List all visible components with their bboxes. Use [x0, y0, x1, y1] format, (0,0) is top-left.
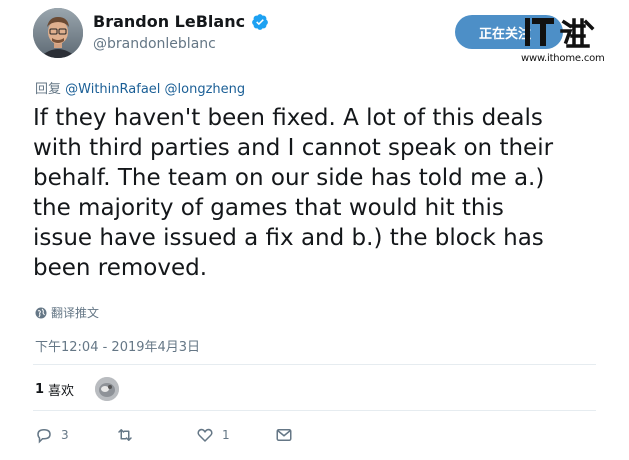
likes-label: 喜欢 [48, 384, 75, 399]
likes-summary[interactable]: 1 喜欢 [35, 380, 74, 399]
tweet-line: If they haven't been fixed. A lot of thi… [33, 105, 543, 131]
retweet-icon [118, 429, 132, 441]
tweet-line: with third parties and I cannot speak on… [33, 135, 554, 161]
translate-tweet-link[interactable]: 翻译推文 [35, 304, 99, 321]
divider [33, 410, 596, 411]
translate-label[interactable]: 翻译推文 [51, 304, 99, 321]
direct-message-action[interactable] [275, 426, 293, 444]
globe-icon [35, 307, 47, 318]
reply-prefix: 回复 [35, 82, 62, 97]
reply-context: 回复 @WithinRafael @longzheng [35, 78, 245, 97]
tweet-line: behalf. The team on our side has told me… [33, 165, 545, 191]
retweet-action[interactable] [116, 426, 142, 444]
author-name[interactable]: Brandon LeBlanc [93, 12, 245, 31]
ithome-logo [525, 18, 595, 48]
tweet-line: issue have issued a fix and b.) the bloc… [33, 225, 544, 251]
like-count: 1 [222, 428, 230, 442]
divider [33, 364, 596, 365]
like-action[interactable]: 1 [196, 426, 230, 444]
tweet-text: If they haven't been fixed. A lot of thi… [33, 103, 613, 283]
tweet-timestamp[interactable]: 下午12:04 - 2019年4月3日 [35, 336, 200, 355]
reply-action[interactable]: 3 [35, 426, 69, 444]
tweet-line: the majority of games that would hit thi… [33, 195, 504, 221]
author-avatar[interactable] [33, 8, 83, 58]
verified-badge-icon [252, 13, 268, 30]
mail-icon [276, 429, 292, 441]
author-name-row[interactable]: Brandon LeBlanc [93, 12, 269, 31]
reply-count: 3 [61, 428, 69, 442]
avatar-portrait [33, 8, 83, 58]
reply-mentions[interactable]: @WithinRafael @longzheng [65, 82, 245, 97]
ithome-url: www.ithome.com [521, 53, 605, 64]
liker-avatar[interactable] [95, 377, 119, 401]
liker-avatar-image [95, 377, 119, 401]
tweet-line: been removed. [33, 255, 208, 281]
heart-icon [197, 428, 213, 442]
reply-icon [37, 428, 51, 444]
likes-count: 1 [35, 382, 45, 397]
author-handle[interactable]: @brandonleblanc [93, 36, 216, 52]
